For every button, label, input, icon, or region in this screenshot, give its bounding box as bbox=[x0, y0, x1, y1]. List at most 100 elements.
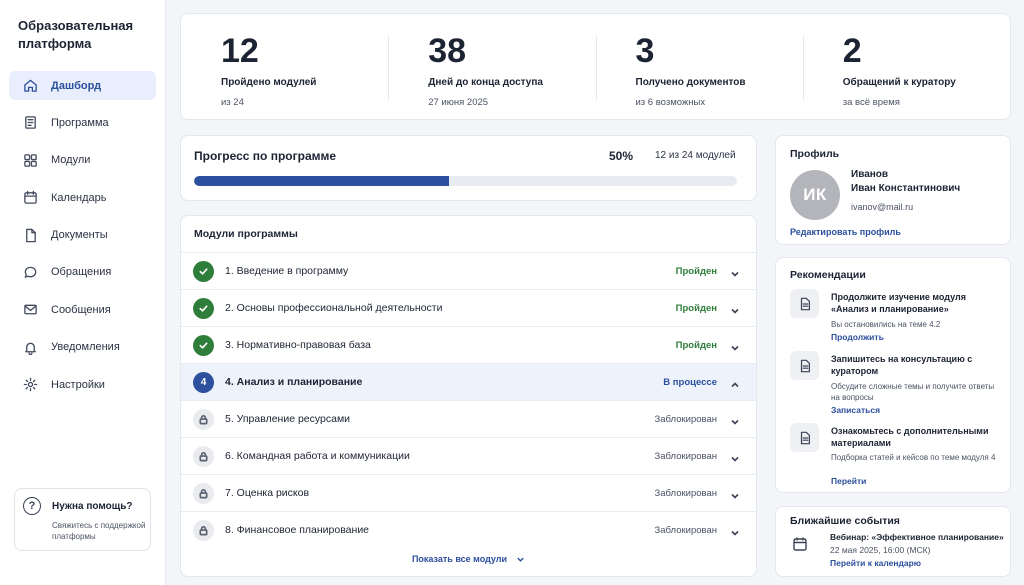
recommendation-title: Ознакомьтесь с дополнительными материала… bbox=[831, 426, 989, 448]
calendar-icon bbox=[22, 190, 38, 206]
profile-surname: Иванов bbox=[851, 169, 889, 180]
stat-days-left: 38 Дней до конца доступа 27 июня 2025 bbox=[388, 14, 595, 119]
module-name: 1. Введение в программу bbox=[225, 265, 349, 277]
module-list: 1. Введение в программу Пройден 2. Основы … bbox=[181, 252, 756, 548]
chevron-down-icon[interactable] bbox=[730, 266, 740, 277]
profile-card: Профиль ИК Иванов Иван Константинович iv… bbox=[775, 135, 1011, 245]
events-title: Ближайшие события bbox=[790, 515, 900, 527]
recommendation-link[interactable]: Перейти bbox=[831, 476, 866, 486]
sidebar-item-messages[interactable]: Сообщения bbox=[9, 295, 156, 324]
stats-card: 12 Пройдено модулей из 24 38 Дней до кон… bbox=[180, 13, 1011, 120]
sidebar-item-label: Обращения bbox=[51, 266, 112, 279]
module-row[interactable]: 6. Командная работа и коммуникации Заблок… bbox=[181, 437, 756, 474]
help-subtitle: Свяжитесь с поддержкой платформы bbox=[52, 521, 146, 541]
sidebar-item-modules[interactable]: Модули bbox=[9, 146, 156, 175]
document-icon bbox=[790, 289, 819, 318]
brand-line-2: платформа bbox=[18, 36, 92, 51]
gear-icon bbox=[22, 377, 38, 393]
chevron-up-icon[interactable] bbox=[730, 377, 740, 388]
progress-bar-fill bbox=[194, 176, 450, 186]
chevron-down-icon[interactable] bbox=[730, 414, 740, 425]
recommendations-title: Рекомендации bbox=[790, 269, 866, 281]
sidebar-item-calendar[interactable]: Календарь bbox=[9, 183, 156, 212]
module-number-badge: 4 bbox=[193, 371, 214, 393]
progress-title: Прогресс по программе bbox=[194, 149, 337, 163]
lock-icon bbox=[193, 408, 214, 430]
chevron-down-icon[interactable] bbox=[730, 525, 740, 536]
profile-given-name: Иван Константинович bbox=[851, 183, 961, 194]
sidebar-item-dashboard[interactable]: Дашборд bbox=[9, 71, 156, 100]
calendar-link[interactable]: Перейти к календарю bbox=[830, 558, 921, 568]
calendar-icon bbox=[792, 536, 810, 554]
module-status: Заблокирован bbox=[654, 487, 717, 499]
stat-label: Получено документов bbox=[635, 77, 746, 88]
help-card[interactable]: ? Нужна помощь? Свяжитесь с поддержкой п… bbox=[14, 488, 151, 551]
lock-icon bbox=[193, 519, 214, 541]
sidebar-item-label: Уведомления bbox=[51, 341, 120, 354]
stat-label: Дней до конца доступа bbox=[428, 77, 543, 88]
sidebar-item-requests[interactable]: Обращения bbox=[9, 258, 156, 287]
chevron-down-icon[interactable] bbox=[730, 488, 740, 499]
bell-icon bbox=[22, 339, 38, 355]
module-status: Заблокирован bbox=[654, 413, 717, 425]
module-name: 8. Финансовое планирование bbox=[225, 524, 370, 536]
stat-value: 38 bbox=[428, 32, 467, 70]
sidebar-item-program[interactable]: Программа bbox=[9, 108, 156, 137]
chevron-down-icon[interactable] bbox=[730, 451, 740, 462]
recommendation-title: Запишитесь на консультацию с куратором bbox=[831, 354, 973, 376]
brand-title: Образовательная платформа bbox=[18, 17, 148, 53]
recommendation-link[interactable]: Записаться bbox=[831, 405, 880, 415]
chevron-down-icon[interactable] bbox=[730, 303, 740, 314]
module-row[interactable]: 3. Нормативно-правовая база Пройден bbox=[181, 326, 756, 363]
show-all-label: Показать все модули bbox=[411, 554, 508, 564]
sidebar-item-label: Программа bbox=[51, 116, 109, 129]
grid-icon bbox=[22, 152, 38, 168]
avatar[interactable]: ИК bbox=[790, 170, 840, 220]
stat-modules-completed: 12 Пройдено модулей из 24 bbox=[181, 14, 388, 119]
recommendation-title: Продолжите изучение модуля «Анализ и пла… bbox=[831, 292, 966, 314]
sidebar-item-notifications[interactable]: Уведомления bbox=[9, 333, 156, 362]
stat-sub: из 24 bbox=[221, 97, 244, 108]
module-status: Пройден bbox=[675, 265, 717, 277]
module-row[interactable]: 2. Основы профессиональной деятельности П… bbox=[181, 289, 756, 326]
module-name: 7. Оценка рисков bbox=[225, 487, 310, 499]
check-icon bbox=[193, 297, 214, 319]
sidebar-item-documents[interactable]: Документы bbox=[9, 221, 156, 250]
progress-card: Прогресс по программе 50% 12 из 24 модул… bbox=[180, 135, 757, 201]
sidebar-item-label: Сообщения bbox=[51, 303, 111, 316]
sidebar-item-label: Календарь bbox=[51, 191, 107, 204]
chat-icon bbox=[22, 264, 38, 280]
module-status: Заблокирован bbox=[654, 524, 717, 536]
module-row[interactable]: 1. Введение в программу Пройден bbox=[181, 252, 756, 289]
module-status: Пройден bbox=[675, 302, 717, 314]
module-row[interactable]: 5. Управление ресурсами Заблокирован bbox=[181, 400, 756, 437]
stat-label: Пройдено модулей bbox=[221, 77, 317, 88]
recommendation-subtitle: Подборка статей и кейсов по теме модуля … bbox=[831, 453, 996, 462]
profile-email: ivanov@mail.ru bbox=[851, 202, 914, 212]
events-card: Ближайшие события Вебинар: «Эффективное … bbox=[775, 506, 1011, 577]
stat-value: 3 bbox=[635, 32, 655, 70]
modules-title: Модули программы bbox=[194, 228, 298, 240]
document-icon bbox=[790, 423, 819, 452]
module-status: Пройден bbox=[675, 339, 717, 351]
edit-profile-link[interactable]: Редактировать профиль bbox=[790, 227, 901, 237]
book-icon bbox=[22, 115, 38, 131]
module-status: В процессе bbox=[663, 376, 717, 388]
chevron-down-icon[interactable] bbox=[730, 340, 740, 351]
stat-value: 2 bbox=[842, 32, 862, 70]
recommendation-link[interactable]: Продолжить bbox=[831, 332, 884, 342]
home-icon bbox=[22, 78, 38, 94]
document-icon bbox=[22, 227, 38, 243]
event-date: 22 мая 2025, 16:00 (МСК) bbox=[830, 545, 931, 555]
module-name: 5. Управление ресурсами bbox=[225, 413, 351, 425]
sidebar-item-settings[interactable]: Настройки bbox=[9, 370, 156, 399]
check-icon bbox=[193, 334, 214, 356]
module-row[interactable]: 8. Финансовое планирование Заблокирован bbox=[181, 511, 756, 548]
module-row[interactable]: 7. Оценка рисков Заблокирован bbox=[181, 474, 756, 511]
sidebar-item-label: Настройки bbox=[51, 378, 105, 391]
brand-line-1: Образовательная bbox=[18, 18, 134, 33]
module-row[interactable]: 4 4. Анализ и планирование В процессе bbox=[181, 363, 756, 400]
module-status: Заблокирован bbox=[654, 450, 717, 462]
show-all-modules-button[interactable]: Показать все модули bbox=[181, 554, 756, 564]
sidebar-item-label: Дашборд bbox=[51, 79, 102, 92]
